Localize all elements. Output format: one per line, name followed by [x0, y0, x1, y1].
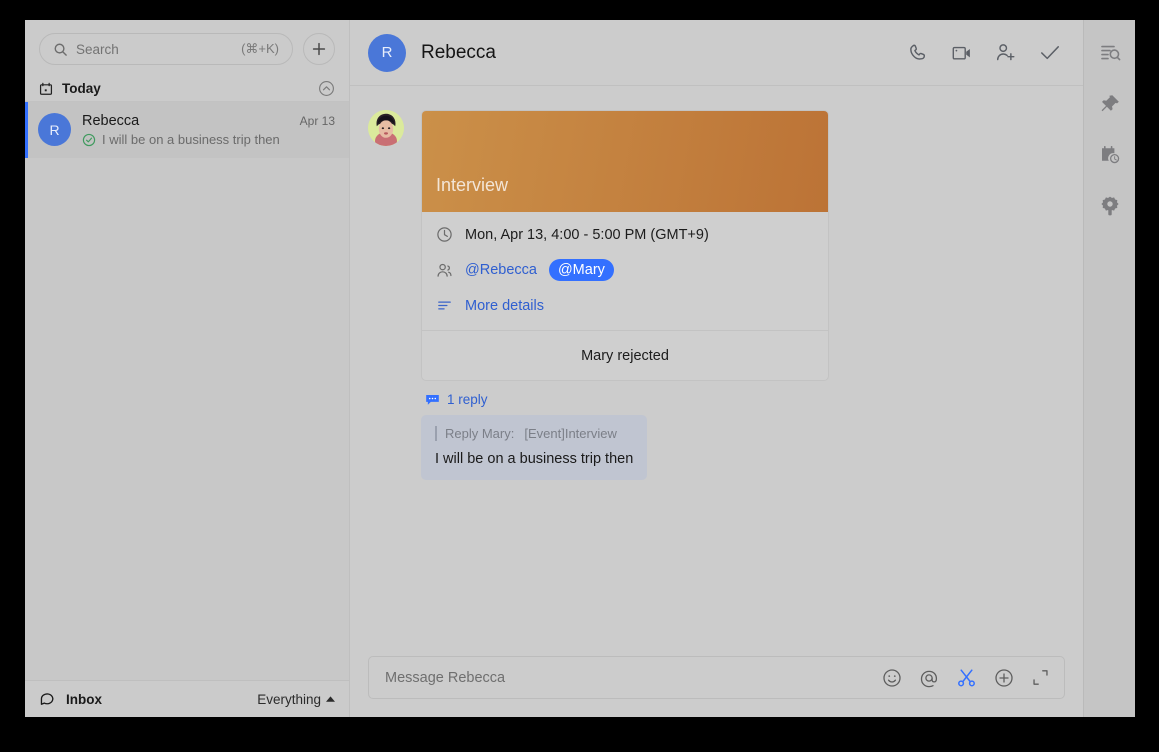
- call-icon[interactable]: [908, 42, 929, 63]
- search-icon: [53, 42, 68, 57]
- event-title: Interview: [436, 175, 509, 195]
- thread-quote[interactable]: Reply Mary: [Event]Interview I will be o…: [421, 415, 648, 480]
- avatar: R: [38, 113, 71, 146]
- attendee-mention-highlighted[interactable]: @Mary: [548, 259, 614, 281]
- emoji-icon[interactable]: [882, 668, 902, 688]
- calendar-clock-icon[interactable]: [1093, 140, 1127, 170]
- event-details-row[interactable]: More details: [436, 297, 814, 314]
- message-input-placeholder: Message Rebecca: [385, 669, 506, 686]
- chevron-up-circle-icon[interactable]: [318, 80, 335, 97]
- search-input[interactable]: Search (⌘+K): [39, 33, 293, 65]
- conversation-name: Rebecca: [82, 113, 140, 129]
- reply-count-label: 1 reply: [447, 392, 488, 407]
- caret-up-icon: [326, 695, 335, 703]
- conversation-date: Apr 13: [299, 114, 335, 128]
- page-title: Rebecca: [421, 41, 496, 63]
- conversation-sidebar: Search (⌘+K) Today R Rebecca Apr 13 I wi…: [25, 20, 350, 717]
- inbox-filter-label: Everything: [257, 691, 321, 707]
- inbox-bubble-icon[interactable]: [39, 691, 56, 708]
- thread-quote-subject: [Event]Interview: [524, 426, 617, 441]
- avatar[interactable]: [368, 110, 404, 146]
- event-status: Mary rejected: [422, 330, 828, 380]
- chat-header: R Rebecca: [350, 20, 1083, 86]
- section-title: Today: [62, 81, 101, 96]
- thread-replies-link[interactable]: 1 reply: [425, 392, 829, 407]
- event-card-details: Mon, Apr 13, 4:00 - 5:00 PM (GMT+9) @Reb…: [422, 212, 828, 330]
- expand-icon[interactable]: [1031, 668, 1050, 687]
- details-lines-icon: [436, 297, 453, 314]
- reply-bubble-icon: [425, 393, 440, 406]
- chat-header-actions: [908, 42, 1061, 63]
- sidebar-empty-area: [25, 158, 349, 680]
- gear-icon[interactable]: [1093, 191, 1127, 221]
- calendar-icon: [39, 82, 53, 96]
- search-shortcut: (⌘+K): [241, 41, 279, 56]
- add-attachment-icon[interactable]: [994, 668, 1014, 688]
- people-icon: [436, 262, 453, 279]
- message-input[interactable]: Message Rebecca: [368, 656, 1065, 699]
- event-card[interactable]: Interview Mon, Apr 13, 4:00 - 5:00 PM (G…: [421, 110, 829, 381]
- check-circle-icon: [82, 133, 96, 147]
- right-rail: [1083, 20, 1135, 717]
- message-list: Interview Mon, Apr 13, 4:00 - 5:00 PM (G…: [350, 86, 1083, 656]
- event-time-row: Mon, Apr 13, 4:00 - 5:00 PM (GMT+9): [436, 226, 814, 243]
- screenshot-scissors-icon[interactable]: [956, 667, 977, 688]
- event-attendees-row: @Rebecca @Mary: [436, 259, 814, 281]
- search-placeholder: Search: [76, 41, 119, 57]
- pin-icon[interactable]: [1093, 89, 1127, 119]
- search-doc-icon[interactable]: [1093, 38, 1127, 68]
- event-card-cover: Interview: [422, 111, 828, 212]
- thread-quote-header: Reply Mary: [Event]Interview: [435, 426, 633, 441]
- composer-area: Message Rebecca: [350, 656, 1083, 717]
- mark-done-icon[interactable]: [1039, 43, 1061, 62]
- feishu-window: Search (⌘+K) Today R Rebecca Apr 13 I wi…: [25, 20, 1135, 717]
- video-call-icon[interactable]: [951, 43, 973, 63]
- message-body: Interview Mon, Apr 13, 4:00 - 5:00 PM (G…: [421, 110, 829, 480]
- more-details-link[interactable]: More details: [465, 298, 544, 314]
- avatar: R: [368, 33, 406, 72]
- attendee-mention[interactable]: @Rebecca: [465, 262, 537, 278]
- inbox-footer: Inbox Everything: [25, 680, 349, 717]
- clock-icon: [436, 226, 453, 243]
- conversation-preview: I will be on a business trip then: [102, 132, 280, 147]
- new-chat-button[interactable]: [303, 33, 335, 65]
- add-member-icon[interactable]: [995, 42, 1017, 63]
- composer-toolbar: [882, 667, 1050, 688]
- list-item[interactable]: R Rebecca Apr 13 I will be on a business…: [25, 102, 349, 158]
- sidebar-search-row: Search (⌘+K): [25, 20, 349, 76]
- chat-panel: R Rebecca Interview Mon, Apr 13, 4:00 - …: [350, 20, 1083, 717]
- message-item: Interview Mon, Apr 13, 4:00 - 5:00 PM (G…: [368, 110, 1083, 480]
- thread-quote-body: I will be on a business trip then: [435, 451, 634, 467]
- event-time: Mon, Apr 13, 4:00 - 5:00 PM (GMT+9): [465, 226, 709, 243]
- thread-quote-author: Reply Mary:: [445, 426, 515, 441]
- inbox-filter-button[interactable]: Everything: [257, 692, 335, 707]
- section-header-today[interactable]: Today: [25, 76, 349, 102]
- inbox-label: Inbox: [66, 691, 102, 707]
- mention-icon[interactable]: [919, 668, 939, 688]
